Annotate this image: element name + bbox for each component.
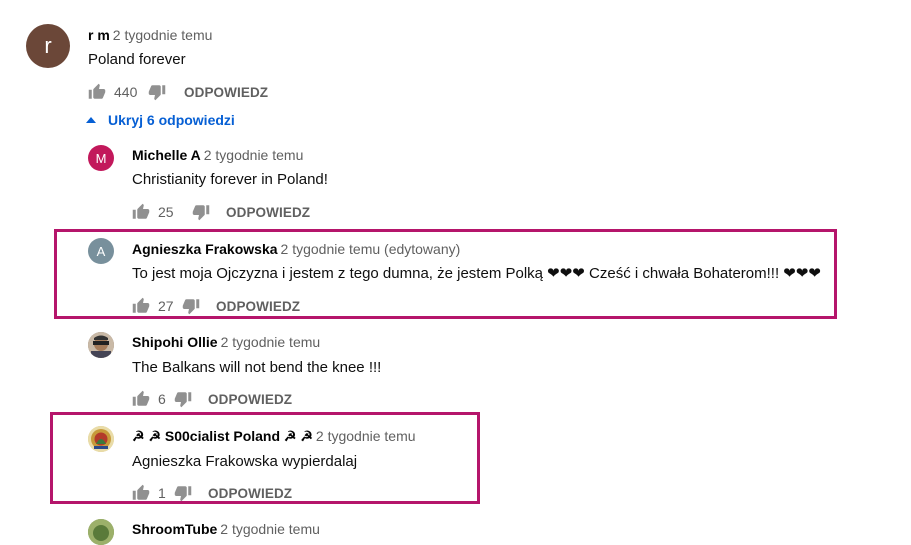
thumbs-down-icon[interactable] xyxy=(174,484,192,502)
hide-replies-button[interactable]: Ukryj 6 odpowiedzi xyxy=(86,112,235,128)
comment-header: ShroomTube 2 tygodnie temu xyxy=(132,521,320,537)
avatar[interactable]: A xyxy=(88,238,114,264)
comment-actions: 6 ODPOWIEDZ xyxy=(132,390,292,408)
thumbs-down-icon[interactable] xyxy=(182,297,200,315)
timestamp[interactable]: 2 tygodnie temu xyxy=(113,27,213,43)
comment-header: Agnieszka Frakowska 2 tygodnie temu (edyt… xyxy=(132,241,460,257)
avatar[interactable]: r xyxy=(26,24,70,68)
thumbs-down-icon[interactable] xyxy=(192,203,210,221)
avatar[interactable] xyxy=(88,519,114,545)
comment-text: Agnieszka Frakowska wypierdalaj xyxy=(132,453,358,470)
timestamp[interactable]: 2 tygodnie temu xyxy=(220,521,320,537)
author-name[interactable]: ShroomTube xyxy=(132,521,217,537)
caret-up-icon xyxy=(86,117,96,123)
comment-actions: 440 ODPOWIEDZ xyxy=(88,83,268,101)
reply-button[interactable]: ODPOWIEDZ xyxy=(226,205,310,220)
author-name[interactable]: Michelle A xyxy=(132,147,201,163)
comment-header: ☭ ☭ S00cialist Poland ☭ ☭ 2 tygodnie temu xyxy=(132,428,416,445)
like-count: 27 xyxy=(158,298,174,314)
reply-button[interactable]: ODPOWIEDZ xyxy=(208,392,292,407)
avatar-image xyxy=(88,426,114,452)
author-name[interactable]: r m xyxy=(88,27,110,43)
author-name[interactable]: Agnieszka Frakowska xyxy=(132,241,278,257)
timestamp[interactable]: 2 tygodnie temu xyxy=(316,428,416,444)
timestamp[interactable]: 2 tygodnie temu xyxy=(204,147,304,163)
hide-replies-label: Ukryj 6 odpowiedzi xyxy=(108,112,235,128)
author-name[interactable]: Shipohi Ollie xyxy=(132,334,218,350)
comment-header: r m2 tygodnie temu xyxy=(88,27,212,43)
like-count: 440 xyxy=(114,84,138,100)
like-count: 6 xyxy=(158,391,166,407)
comment-text: Christianity forever in Poland! xyxy=(132,171,328,188)
thumbs-up-icon[interactable] xyxy=(132,297,150,315)
timestamp[interactable]: 2 tygodnie temu xyxy=(221,334,321,350)
comment-actions: 27 ODPOWIEDZ xyxy=(132,297,300,315)
thumbs-up-icon[interactable] xyxy=(132,203,150,221)
comment-actions: 1 ODPOWIEDZ xyxy=(132,484,292,502)
thumbs-up-icon[interactable] xyxy=(88,83,106,101)
reply-button[interactable]: ODPOWIEDZ xyxy=(208,486,292,501)
avatar-image xyxy=(88,519,114,545)
thumbs-down-icon[interactable] xyxy=(174,390,192,408)
comment-text: The Balkans will not bend the knee !!! xyxy=(132,359,382,376)
reply-button[interactable]: ODPOWIEDZ xyxy=(184,85,268,100)
avatar[interactable] xyxy=(88,426,114,452)
comment-text: To jest moja Ojczyzna i jestem z tego du… xyxy=(132,265,821,282)
timestamp[interactable]: 2 tygodnie temu (edytowany) xyxy=(281,241,461,257)
avatar-image xyxy=(88,332,114,358)
reply-button[interactable]: ODPOWIEDZ xyxy=(216,299,300,314)
comment-header: Shipohi Ollie 2 tygodnie temu xyxy=(132,334,320,350)
like-count: 1 xyxy=(158,485,166,501)
avatar[interactable]: M xyxy=(88,145,114,171)
comment-header: Michelle A2 tygodnie temu xyxy=(132,147,303,163)
thumbs-up-icon[interactable] xyxy=(132,390,150,408)
comment-text: Poland forever xyxy=(88,51,186,68)
comment-actions: 25 ODPOWIEDZ xyxy=(132,203,310,221)
thumbs-down-icon[interactable] xyxy=(148,83,166,101)
author-name[interactable]: ☭ ☭ S00cialist Poland ☭ ☭ xyxy=(132,428,313,444)
avatar[interactable] xyxy=(88,332,114,358)
thumbs-up-icon[interactable] xyxy=(132,484,150,502)
like-count: 25 xyxy=(158,204,174,220)
